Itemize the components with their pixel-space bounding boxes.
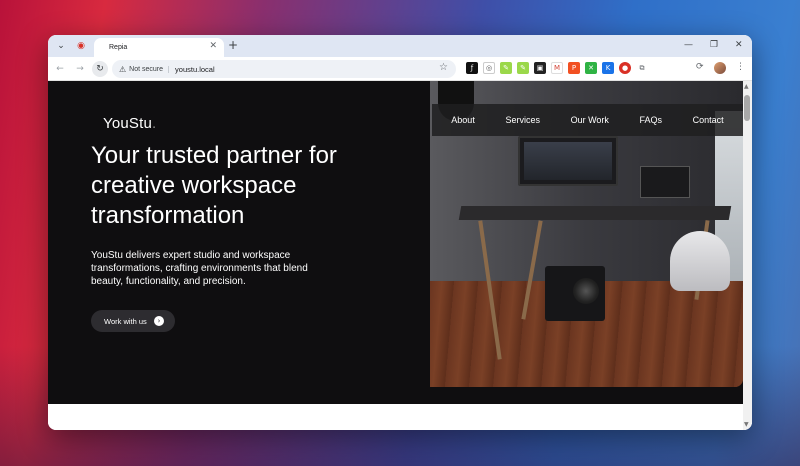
- scroll-thumb[interactable]: [744, 95, 750, 121]
- nav-contact[interactable]: Contact: [693, 115, 724, 125]
- record-icon[interactable]: ◉: [74, 39, 88, 53]
- security-label[interactable]: Not secure: [129, 65, 170, 73]
- image-chair: [670, 231, 730, 291]
- logo-text: YouStu: [103, 115, 153, 132]
- extension-icon[interactable]: K: [602, 62, 614, 74]
- bookmark-star-icon[interactable]: ☆: [439, 62, 448, 73]
- hero-section: YouStu. Your trusted partner for creativ…: [48, 81, 743, 404]
- tab-search-icon[interactable]: ⌄: [54, 39, 68, 53]
- avatar[interactable]: [714, 62, 726, 74]
- extension-icon[interactable]: ✎: [517, 62, 529, 74]
- image-speaker: [545, 266, 605, 321]
- maximize-icon[interactable]: ❐: [710, 40, 718, 50]
- page-viewport: YouStu. Your trusted partner for creativ…: [48, 81, 752, 430]
- site-logo[interactable]: YouStu.: [103, 115, 156, 132]
- tab-close-icon[interactable]: ✕: [209, 41, 217, 51]
- extension-icon[interactable]: P: [568, 62, 580, 74]
- tab-active[interactable]: Repia ✕: [94, 38, 224, 57]
- new-tab-button[interactable]: +: [228, 38, 238, 52]
- extension-icon[interactable]: ✕: [585, 62, 597, 74]
- url-text[interactable]: youstu.local: [175, 65, 215, 74]
- page-scrollbar[interactable]: ▲ ▼: [743, 81, 752, 430]
- nav-about[interactable]: About: [451, 115, 475, 125]
- extension-icon[interactable]: ✎: [500, 62, 512, 74]
- minimize-icon[interactable]: —: [684, 40, 693, 50]
- nav-our-work[interactable]: Our Work: [571, 115, 609, 125]
- logo-dot: .: [152, 115, 157, 132]
- tab-title: Repia: [109, 44, 128, 51]
- work-with-us-button[interactable]: Work with us ›: [91, 310, 175, 332]
- camera-icon[interactable]: ◎: [483, 62, 495, 74]
- browser-toolbar: ← → ↻ ⚠ Not secure youstu.local ☆ ƒ ◎ ✎ …: [48, 57, 752, 81]
- nav-services[interactable]: Services: [505, 115, 540, 125]
- hero-subheadline: YouStu delivers expert studio and worksp…: [91, 250, 308, 287]
- image-laptop: [640, 166, 690, 198]
- browser-window: ⌄ ◉ Repia ✕ + — ❐ ✕ ← → ↻ ⚠ Not secure y…: [48, 35, 752, 430]
- extensions-row: ƒ ◎ ✎ ✎ ▣ M P ✕ K ● ⧉: [466, 62, 648, 74]
- nav-faqs[interactable]: FAQs: [640, 115, 663, 125]
- warning-icon: ⚠: [119, 64, 127, 74]
- scroll-down-icon[interactable]: ▼: [744, 421, 749, 428]
- extension-icon[interactable]: ●: [619, 62, 631, 74]
- menu-icon[interactable]: ⋮: [736, 62, 745, 72]
- close-window-icon[interactable]: ✕: [735, 40, 743, 50]
- puzzle-icon[interactable]: ⧉: [636, 62, 648, 74]
- site-nav: About Services Our Work FAQs Contact: [432, 104, 743, 136]
- image-monitor: [518, 136, 618, 186]
- address-bar[interactable]: ⚠ Not secure youstu.local ☆: [112, 60, 456, 78]
- sync-icon[interactable]: ⟳: [696, 62, 704, 72]
- extension-icon[interactable]: ƒ: [466, 62, 478, 74]
- scroll-up-icon[interactable]: ▲: [744, 83, 749, 90]
- extension-icon[interactable]: ▣: [534, 62, 546, 74]
- hero-headline: Your trusted partner for creative worksp…: [91, 142, 337, 229]
- cta-label: Work with us: [104, 316, 147, 326]
- tab-bar: ⌄ ◉ Repia ✕ + — ❐ ✕: [48, 35, 752, 57]
- arrow-right-icon: ›: [154, 316, 164, 326]
- gmail-icon[interactable]: M: [551, 62, 563, 74]
- forward-icon[interactable]: →: [72, 61, 88, 77]
- image-desk: [458, 206, 732, 220]
- back-icon[interactable]: ←: [52, 61, 68, 77]
- reload-icon[interactable]: ↻: [92, 61, 108, 77]
